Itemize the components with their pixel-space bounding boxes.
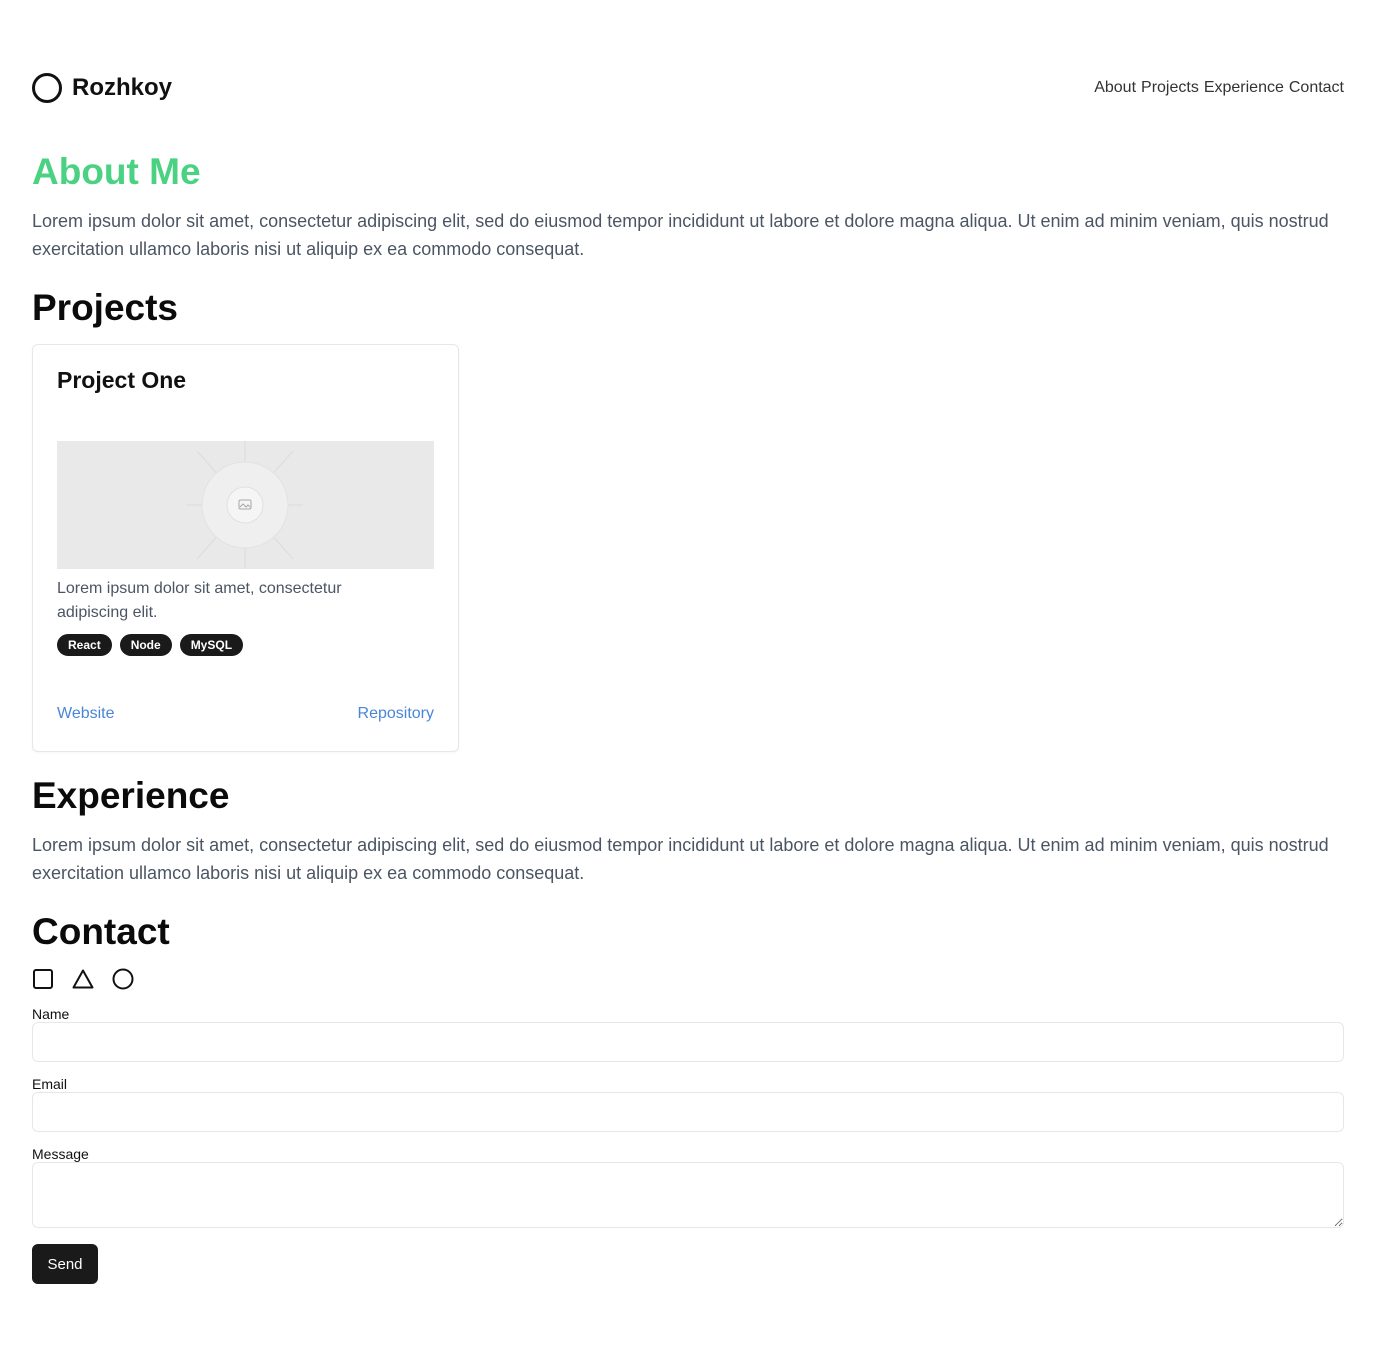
nav-about[interactable]: About: [1094, 79, 1136, 97]
contact-heading: Contact: [32, 911, 170, 952]
about-heading: About Me: [32, 151, 201, 192]
name-label: Name: [32, 1006, 70, 1022]
square-icon[interactable]: [32, 968, 54, 990]
repository-link[interactable]: Repository: [358, 705, 434, 723]
nav-contact[interactable]: Contact: [1289, 79, 1344, 97]
project-tags: React Node MySQL: [57, 634, 244, 656]
about-text: Lorem ipsum dolor sit amet, consectetur …: [32, 211, 1329, 259]
image-placeholder-icon: [187, 441, 303, 569]
experience-heading: Experience: [32, 775, 230, 816]
website-link[interactable]: Website: [57, 705, 115, 723]
send-button[interactable]: Send: [32, 1244, 98, 1284]
contact-icons: [32, 968, 134, 990]
tag-node: Node: [119, 634, 172, 656]
logo-circle-icon: [32, 73, 62, 103]
project-image-placeholder: [57, 441, 434, 569]
project-card: Project One Lorem ipsum dolor sit amet, …: [32, 344, 459, 752]
project-title: Project One: [57, 367, 187, 393]
nav-experience[interactable]: Experience: [1204, 79, 1284, 97]
projects-heading: Projects: [32, 287, 179, 328]
email-input[interactable]: [32, 1092, 1344, 1132]
triangle-icon[interactable]: [72, 968, 94, 990]
logo-text: Rozhkoy: [72, 74, 173, 101]
logo[interactable]: Rozhkoy: [32, 73, 172, 103]
project-description: Lorem ipsum dolor sit amet, consectetur …: [57, 580, 342, 621]
message-textarea[interactable]: [32, 1162, 1344, 1228]
name-input[interactable]: [32, 1022, 1344, 1062]
email-label: Email: [32, 1076, 68, 1092]
circle-icon[interactable]: [112, 968, 134, 990]
nav-projects[interactable]: Projects: [1141, 79, 1199, 97]
tag-mysql: MySQL: [179, 634, 244, 656]
main-nav: About Projects Experience Contact: [1094, 79, 1344, 97]
site-header: Rozhkoy About Projects Experience Contac…: [32, 72, 1344, 104]
tag-react: React: [57, 634, 112, 656]
message-label: Message: [32, 1146, 89, 1162]
experience-text: Lorem ipsum dolor sit amet, consectetur …: [32, 835, 1329, 883]
